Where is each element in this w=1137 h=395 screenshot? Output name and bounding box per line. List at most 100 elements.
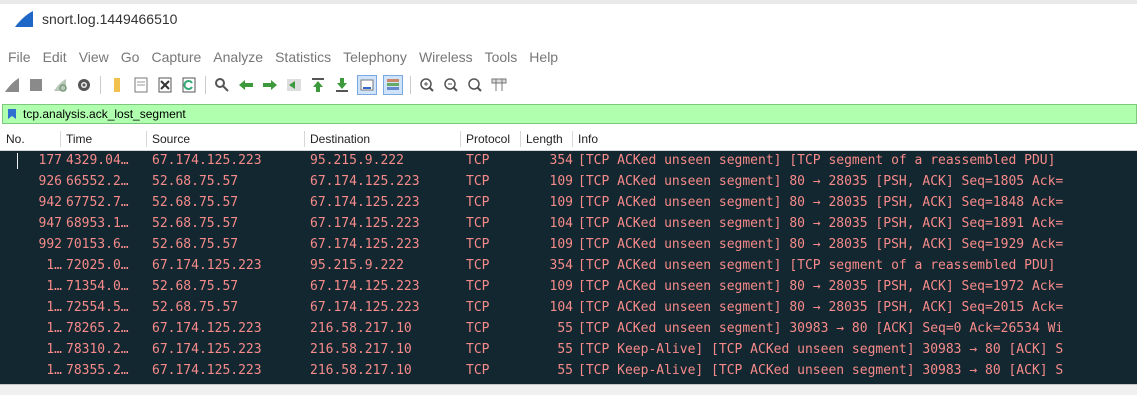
auto-scroll-icon[interactable] [357, 75, 377, 95]
menu-file[interactable]: File [8, 49, 31, 65]
packet-protocol: TCP [466, 216, 490, 231]
stop-capture-icon[interactable] [27, 76, 45, 94]
column-header-length[interactable]: Length [526, 132, 563, 146]
packet-row[interactable]: 1… 71354.0… 52.68.75.57 67.174.125.223 T… [0, 277, 1137, 298]
column-header-info[interactable]: Info [578, 132, 598, 146]
packet-length: 104 [549, 300, 573, 315]
go-first-packet-icon[interactable] [309, 76, 327, 94]
packet-no: 1… [46, 258, 62, 273]
packet-source: 52.68.75.57 [152, 195, 239, 210]
packet-length: 55 [557, 342, 573, 357]
packet-row[interactable]: 992 70153.6… 52.68.75.57 67.174.125.223 … [0, 235, 1137, 256]
menu-help[interactable]: Help [529, 49, 558, 65]
packet-no: 942 [38, 195, 62, 210]
close-file-icon[interactable] [156, 76, 174, 94]
packet-time: 78310.2… [66, 342, 129, 357]
column-header-destination[interactable]: Destination [310, 132, 370, 146]
go-last-packet-icon[interactable] [333, 76, 351, 94]
restart-capture-icon[interactable] [51, 76, 69, 94]
menu-edit[interactable]: Edit [43, 49, 67, 65]
menu-analyze[interactable]: Analyze [213, 49, 263, 65]
normal-size-icon[interactable] [466, 76, 484, 94]
packet-info: [TCP ACKed unseen segment] 80 → 28035 [P… [578, 174, 1064, 189]
window-title: snort.log.1449466510 [42, 11, 178, 27]
packet-row[interactable]: 942 67752.7… 52.68.75.57 67.174.125.223 … [0, 193, 1137, 214]
column-divider[interactable] [460, 131, 461, 147]
column-divider[interactable] [304, 131, 305, 147]
packet-protocol: TCP [466, 321, 490, 336]
packet-no: 1… [46, 363, 62, 378]
menu-tools[interactable]: Tools [485, 49, 518, 65]
menu-telephony[interactable]: Telephony [343, 49, 407, 65]
reload-file-icon[interactable] [180, 76, 198, 94]
packet-row[interactable]: 926 66552.2… 52.68.75.57 67.174.125.223 … [0, 172, 1137, 193]
packet-destination: 216.58.217.10 [310, 363, 412, 378]
packet-no: 992 [38, 237, 62, 252]
find-packet-icon[interactable] [213, 76, 231, 94]
zoom-out-icon[interactable] [442, 76, 460, 94]
save-file-icon[interactable] [132, 76, 150, 94]
display-filter-value: tcp.analysis.ack_lost_segment [23, 107, 186, 121]
packet-length: 109 [549, 279, 573, 294]
packet-info: [TCP ACKed unseen segment] [TCP segment … [578, 153, 1056, 168]
packet-length: 354 [549, 153, 573, 168]
packet-row[interactable]: 1… 78265.2… 67.174.125.223 216.58.217.10… [0, 319, 1137, 340]
column-divider[interactable] [572, 131, 573, 147]
packet-protocol: TCP [466, 195, 490, 210]
open-file-icon[interactable] [108, 76, 126, 94]
column-divider[interactable] [60, 131, 61, 147]
capture-options-icon[interactable] [75, 76, 93, 94]
column-header-source[interactable]: Source [152, 132, 190, 146]
column-divider[interactable] [146, 131, 147, 147]
packet-protocol: TCP [466, 174, 490, 189]
display-filter-input[interactable]: tcp.analysis.ack_lost_segment [2, 104, 1137, 124]
go-back-icon[interactable] [237, 76, 255, 94]
packet-row[interactable]: 1… 72554.5… 52.68.75.57 67.174.125.223 T… [0, 298, 1137, 319]
packet-length: 104 [549, 216, 573, 231]
packet-source: 52.68.75.57 [152, 174, 239, 189]
packet-info: [TCP Keep-Alive] [TCP ACKed unseen segme… [578, 363, 1064, 378]
menu-capture[interactable]: Capture [151, 49, 201, 65]
packet-source: 52.68.75.57 [152, 216, 239, 231]
column-header-protocol[interactable]: Protocol [466, 132, 510, 146]
packet-info: [TCP ACKed unseen segment] 80 → 28035 [P… [578, 300, 1064, 315]
resize-columns-icon[interactable] [490, 76, 508, 94]
packet-protocol: TCP [466, 363, 490, 378]
packet-info: [TCP ACKed unseen segment] 80 → 28035 [P… [578, 216, 1064, 231]
packet-time: 68953.1… [66, 216, 129, 231]
packet-info: [TCP ACKed unseen segment] [TCP segment … [578, 258, 1056, 273]
packet-no: 1… [46, 279, 62, 294]
toolbar-separator [410, 76, 411, 94]
packet-list-header: No. Time Source Destination Protocol Len… [0, 128, 1137, 151]
packet-row[interactable]: 177 4329.04… 67.174.125.223 95.215.9.222… [0, 151, 1137, 172]
zoom-in-icon[interactable] [418, 76, 436, 94]
packet-list[interactable]: 177 4329.04… 67.174.125.223 95.215.9.222… [0, 151, 1137, 384]
packet-length: 109 [549, 195, 573, 210]
bookmark-icon[interactable] [7, 108, 17, 120]
packet-time: 78265.2… [66, 321, 129, 336]
packet-time: 78355.2… [66, 363, 129, 378]
packet-time: 66552.2… [66, 174, 129, 189]
go-to-packet-icon[interactable] [285, 76, 303, 94]
start-capture-fin-icon[interactable] [3, 76, 21, 94]
column-divider[interactable] [520, 131, 521, 147]
column-header-no[interactable]: No. [6, 132, 25, 146]
menu-statistics[interactable]: Statistics [275, 49, 331, 65]
packet-row[interactable]: 1… 78355.2… 67.174.125.223 216.58.217.10… [0, 361, 1137, 382]
packet-row[interactable]: 1… 72025.0… 67.174.125.223 95.215.9.222 … [0, 256, 1137, 277]
packet-no: 1… [46, 342, 62, 357]
menu-view[interactable]: View [79, 49, 109, 65]
packet-row[interactable]: 947 68953.1… 52.68.75.57 67.174.125.223 … [0, 214, 1137, 235]
go-forward-icon[interactable] [261, 76, 279, 94]
packet-no: 947 [38, 216, 62, 231]
packet-length: 55 [557, 363, 573, 378]
packet-destination: 95.215.9.222 [310, 153, 404, 168]
colorize-icon[interactable] [383, 75, 403, 95]
menu-go[interactable]: Go [121, 49, 140, 65]
toolbar-separator [100, 76, 101, 94]
packet-time: 67752.7… [66, 195, 129, 210]
packet-row[interactable]: 1… 78310.2… 67.174.125.223 216.58.217.10… [0, 340, 1137, 361]
menu-wireless[interactable]: Wireless [419, 49, 473, 65]
packet-length: 109 [549, 174, 573, 189]
column-header-time[interactable]: Time [66, 132, 92, 146]
